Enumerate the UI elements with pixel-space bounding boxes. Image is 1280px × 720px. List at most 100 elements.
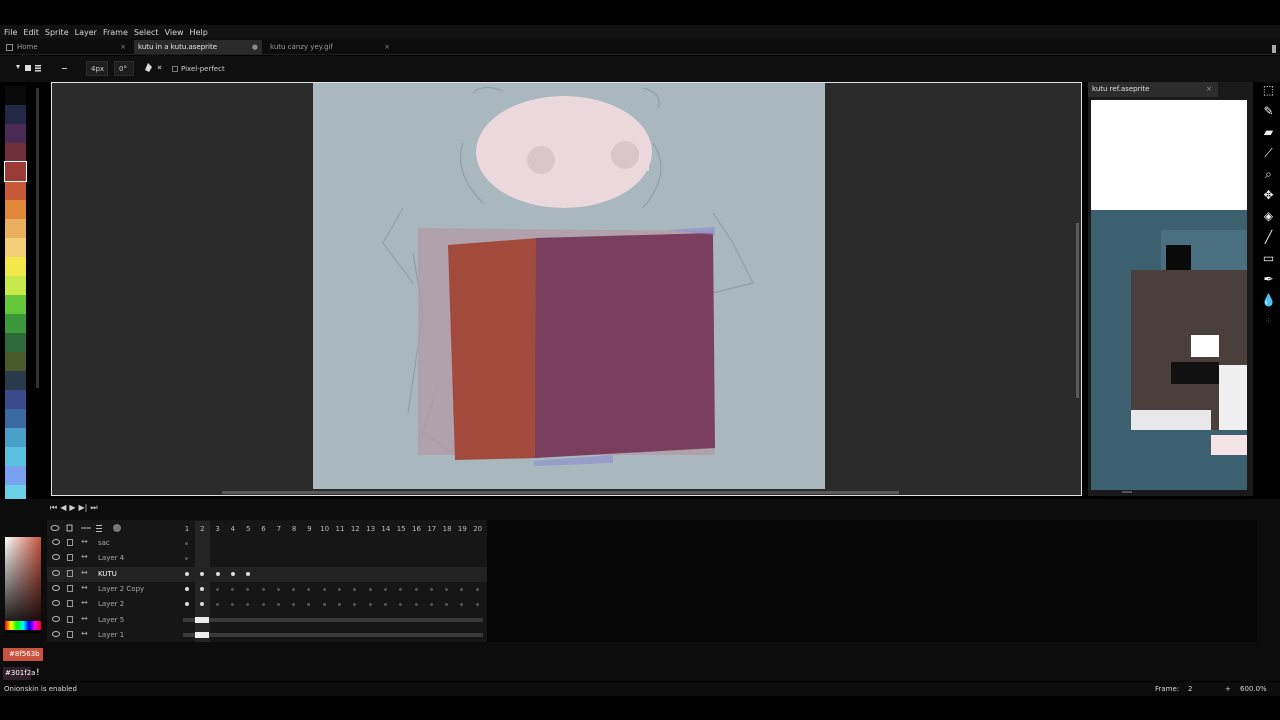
brush-shape-icon[interactable] (62, 68, 67, 69)
frame-header[interactable]: 13 (364, 525, 378, 533)
tab-overflow-icon[interactable] (1272, 45, 1276, 53)
canvas-vertical-scrollbar[interactable] (1076, 223, 1079, 398)
continuous-icon[interactable]: ↔ (81, 598, 88, 607)
tab-home-close-icon[interactable]: × (120, 43, 126, 51)
frame-header[interactable]: 16 (410, 525, 424, 533)
continuous-icon[interactable]: ↔ (81, 629, 88, 638)
palette-swatch[interactable] (5, 390, 26, 409)
palette-swatch[interactable] (5, 295, 26, 314)
eyedropper-tool-icon[interactable]: ⟋ (1260, 145, 1277, 162)
reference-close-icon[interactable]: × (1206, 82, 1212, 97)
foreground-color[interactable]: #8f563b (3, 648, 43, 661)
brush-size-field[interactable]: 4px (86, 61, 108, 76)
lock-icon[interactable] (67, 600, 73, 608)
cel[interactable] (475, 603, 479, 607)
color-picker-spectrum[interactable] (5, 537, 41, 633)
menu-edit[interactable]: Edit (23, 28, 39, 37)
palette-swatch[interactable] (5, 238, 26, 257)
cel[interactable] (261, 603, 265, 607)
cel[interactable] (414, 587, 418, 591)
paint-bucket-tool-icon[interactable]: ◈ (1260, 208, 1277, 225)
continuous-icon[interactable]: ↔ (81, 552, 88, 561)
continuous-icon[interactable]: ↔ (81, 583, 88, 592)
lock-icon[interactable] (67, 584, 73, 592)
frame-header[interactable]: 20 (471, 525, 485, 533)
cel[interactable] (185, 602, 189, 607)
linked-cel-bar[interactable] (183, 632, 483, 637)
cel[interactable] (200, 571, 205, 576)
cel[interactable] (230, 571, 235, 576)
line-tool-icon[interactable]: ╱ (1260, 229, 1277, 246)
palette-swatch[interactable] (5, 143, 26, 162)
cel[interactable] (460, 603, 464, 607)
frame-header[interactable]: 10 (318, 525, 332, 533)
linked-cel-bar[interactable] (183, 617, 483, 622)
frame-header[interactable]: 18 (440, 525, 454, 533)
frame-header[interactable]: 19 (455, 525, 469, 533)
zoom-tool-icon[interactable]: ⌕ (1260, 166, 1277, 183)
move-tool-icon[interactable]: ✥ (1260, 187, 1277, 204)
palette-swatch[interactable] (5, 352, 26, 371)
cel[interactable] (185, 542, 188, 545)
layer-row[interactable]: ↔ KUTU (47, 566, 487, 582)
cel[interactable] (215, 571, 220, 576)
pencil-tool-icon[interactable]: ✎ (1260, 103, 1277, 120)
menu-frame[interactable]: Frame (103, 28, 128, 37)
palette-swatch[interactable] (5, 466, 26, 485)
menu-select[interactable]: Select (134, 28, 159, 37)
zoom-add-icon[interactable]: + (1225, 685, 1231, 693)
first-frame-icon[interactable]: ⏮ (50, 503, 57, 515)
play-icon[interactable]: ▶ (69, 503, 75, 515)
cel[interactable] (322, 587, 326, 591)
visibility-eye-icon[interactable] (52, 539, 60, 545)
lock-icon[interactable] (67, 554, 73, 562)
cel[interactable] (292, 603, 296, 607)
hue-slider[interactable] (5, 621, 41, 630)
frame-header[interactable]: 2 (195, 525, 209, 533)
palette-swatch[interactable] (5, 124, 26, 143)
palette-scrollbar[interactable] (36, 88, 39, 388)
layer-row[interactable]: ↔ Layer 5 (47, 613, 487, 628)
cel[interactable] (460, 587, 464, 591)
pixel-perfect-option[interactable]: Pixel-perfect (172, 65, 225, 73)
cel[interactable] (429, 603, 433, 607)
cel[interactable] (292, 587, 296, 591)
palette-swatch[interactable] (5, 219, 26, 238)
menu-file[interactable]: File (4, 28, 17, 37)
frame-header[interactable]: 8 (287, 525, 301, 533)
palette-swatch[interactable] (5, 428, 26, 447)
cel[interactable] (195, 616, 209, 623)
editor-canvas-area[interactable] (51, 82, 1082, 496)
cel[interactable] (414, 603, 418, 607)
menu-layer[interactable]: Layer (75, 28, 97, 37)
cel[interactable] (399, 603, 403, 607)
continuous-icon[interactable]: ↔ (81, 568, 88, 577)
palette-swatch[interactable] (5, 371, 26, 390)
cel[interactable] (368, 587, 372, 591)
continuous-icon[interactable]: ↔ (81, 614, 88, 623)
frame-header[interactable]: 5 (241, 525, 255, 533)
palette-swatch[interactable] (5, 105, 26, 124)
cel[interactable] (399, 587, 403, 591)
cel[interactable] (368, 603, 372, 607)
frame-header[interactable]: 3 (211, 525, 225, 533)
frame-header[interactable]: 12 (348, 525, 362, 533)
palette-swatch[interactable] (5, 333, 26, 352)
cel[interactable] (185, 557, 188, 561)
cel[interactable] (200, 586, 205, 591)
palette-swatch[interactable] (5, 409, 26, 428)
cel[interactable] (429, 587, 433, 591)
background-color[interactable]: #301f2a (3, 667, 35, 680)
palette-swatch[interactable] (5, 181, 26, 200)
cel[interactable] (215, 587, 219, 591)
cel[interactable] (338, 587, 341, 591)
tab-kutu-canzy-yey[interactable]: kutu canzy yey.gif × (266, 40, 394, 54)
cel[interactable] (276, 587, 280, 591)
palette-swatch[interactable] (5, 86, 26, 105)
brush-type-icons[interactable] (14, 63, 46, 75)
lock-icon[interactable] (67, 569, 73, 577)
layer-row[interactable]: ↔ Layer 2 Copy (47, 582, 487, 597)
palette-swatch[interactable] (5, 276, 26, 295)
frame-header[interactable]: 14 (379, 525, 393, 533)
cel[interactable] (475, 587, 479, 591)
